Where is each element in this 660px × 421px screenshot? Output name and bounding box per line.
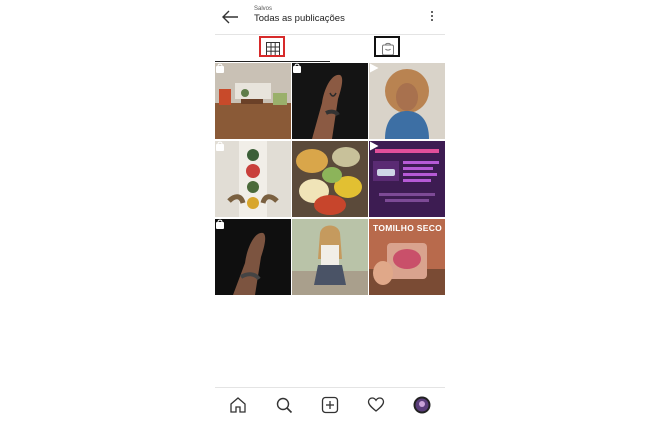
- tab-grid[interactable]: [215, 35, 330, 62]
- post-caption: TOMILHO SECO: [373, 223, 443, 233]
- home-icon[interactable]: [229, 396, 247, 414]
- highlight-box-red: [259, 36, 285, 57]
- heart-icon[interactable]: [367, 396, 385, 414]
- video-play-icon: [370, 63, 379, 73]
- post-thumbnail[interactable]: [292, 63, 368, 139]
- highlight-box-black: [374, 36, 400, 57]
- active-tab-indicator: [215, 61, 330, 62]
- shopping-bag-icon: [216, 63, 224, 73]
- back-arrow-icon[interactable]: [221, 9, 239, 25]
- page-title: Todas as publicações: [254, 13, 345, 24]
- post-thumbnail[interactable]: TOMILHO SECO: [369, 219, 445, 295]
- avatar[interactable]: [413, 396, 431, 414]
- more-options-icon[interactable]: [429, 9, 435, 25]
- shopping-bag-icon: [216, 219, 224, 229]
- post-thumbnail[interactable]: [292, 141, 368, 217]
- saved-posts-grid: TOMILHO SECO: [215, 63, 445, 297]
- tab-bar: [215, 35, 445, 62]
- post-thumbnail[interactable]: [215, 219, 291, 295]
- shopping-bag-icon: [293, 63, 301, 73]
- post-thumbnail[interactable]: [215, 63, 291, 139]
- header: Salvos Todas as publicações: [215, 0, 445, 35]
- video-play-icon: [370, 141, 379, 151]
- search-icon[interactable]: [275, 396, 293, 414]
- tab-shopping[interactable]: [330, 35, 445, 62]
- title-block: Salvos Todas as publicações: [254, 6, 345, 25]
- add-post-icon[interactable]: [321, 396, 339, 414]
- post-thumbnail[interactable]: [215, 141, 291, 217]
- post-thumbnail[interactable]: [292, 219, 368, 295]
- post-thumbnail[interactable]: [369, 141, 445, 217]
- shopping-bag-icon: [216, 141, 224, 151]
- post-thumbnail[interactable]: [369, 63, 445, 139]
- collection-label: Salvos: [254, 6, 273, 12]
- phone-screen: Salvos Todas as publicações TOMILHO SECO: [215, 0, 445, 420]
- bottom-nav: [215, 387, 445, 421]
